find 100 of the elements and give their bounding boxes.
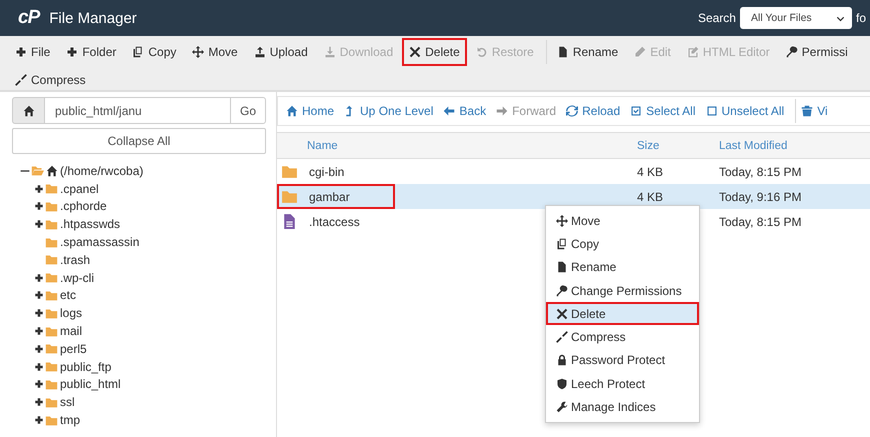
move-icon bbox=[556, 214, 568, 227]
file-size: 4 KB bbox=[637, 164, 664, 178]
plus-icon[interactable] bbox=[34, 308, 44, 318]
tree-item[interactable]: tmp bbox=[60, 413, 80, 428]
search-label: Search bbox=[698, 11, 736, 25]
go-button[interactable]: Go bbox=[230, 97, 266, 124]
left-arrow-icon bbox=[443, 105, 456, 117]
plus-icon[interactable] bbox=[34, 184, 44, 194]
tree-item[interactable]: .cpanel bbox=[60, 182, 99, 196]
search-label: fo bbox=[856, 11, 866, 25]
file-icon bbox=[556, 261, 568, 274]
wrench-icon bbox=[556, 401, 568, 414]
plus-icon[interactable] bbox=[34, 219, 44, 230]
folder-icon bbox=[45, 182, 58, 196]
file-name: .htaccess bbox=[309, 214, 360, 228]
plus-icon[interactable] bbox=[34, 326, 44, 336]
tree-item[interactable]: public_html bbox=[60, 377, 121, 392]
folder-icon bbox=[45, 306, 58, 320]
toolbar-button[interactable]: Permissi bbox=[778, 38, 855, 66]
plus-icon[interactable] bbox=[34, 379, 44, 390]
path-input[interactable]: public_html/janu bbox=[45, 97, 230, 124]
folder-icon bbox=[45, 253, 58, 266]
tree-item[interactable]: .wp-cli bbox=[60, 270, 94, 285]
modified-date: Today, 8:15 PM bbox=[719, 164, 802, 178]
folder-icon bbox=[45, 200, 58, 213]
checkbox-icon bbox=[630, 105, 642, 117]
plus-icon[interactable] bbox=[34, 290, 44, 300]
folder-icon bbox=[45, 236, 58, 249]
folder-icon bbox=[45, 378, 58, 391]
nav-button[interactable]: Vi bbox=[799, 104, 836, 118]
plus-icon[interactable] bbox=[34, 344, 44, 354]
home-icon bbox=[286, 105, 298, 117]
tree-item[interactable]: (/home/rwcoba) bbox=[60, 164, 144, 178]
tree-item[interactable]: public_ftp bbox=[60, 360, 112, 374]
folder-icon bbox=[45, 360, 58, 374]
collapse-all-button[interactable]: Collapse All bbox=[12, 128, 266, 154]
logo: cP bbox=[18, 7, 40, 29]
tree-item[interactable]: mail bbox=[60, 324, 82, 338]
folder-icon bbox=[45, 342, 58, 356]
nav-button[interactable]: Back bbox=[441, 104, 494, 118]
folder-icon bbox=[45, 414, 58, 427]
plus-icon[interactable] bbox=[34, 415, 44, 426]
tree-item[interactable]: etc bbox=[60, 288, 76, 302]
toolbar-button[interactable]: Upload bbox=[246, 38, 315, 66]
tree-item[interactable]: .trash bbox=[60, 252, 90, 267]
toolbar-button[interactable]: File bbox=[8, 38, 58, 66]
toolbar-button[interactable]: Compress bbox=[8, 66, 93, 90]
plus-icon bbox=[15, 46, 27, 58]
plus-icon[interactable] bbox=[34, 201, 44, 212]
nav-button[interactable]: Unselect All bbox=[704, 104, 792, 118]
file-name: cgi-bin bbox=[309, 164, 344, 178]
copy-icon bbox=[132, 46, 144, 58]
edit-icon bbox=[686, 46, 699, 58]
menu-item[interactable]: Copy bbox=[546, 232, 699, 256]
folder-icon bbox=[45, 396, 58, 409]
menu-item[interactable]: Leech Protect bbox=[546, 372, 699, 396]
menu-item[interactable]: Rename bbox=[546, 256, 699, 279]
nav-button[interactable]: Reload bbox=[564, 104, 628, 118]
folder-icon bbox=[45, 288, 58, 302]
checkbox-icon bbox=[706, 105, 718, 117]
tree-item[interactable]: perl5 bbox=[60, 342, 87, 356]
menu-item[interactable]: Move bbox=[546, 209, 699, 232]
menu-item[interactable]: Delete bbox=[546, 302, 699, 326]
delete-icon bbox=[556, 308, 568, 320]
reload-icon bbox=[566, 105, 578, 117]
pencil-icon bbox=[634, 46, 646, 58]
tree-item[interactable]: logs bbox=[60, 306, 82, 320]
tree-item[interactable]: .cphorde bbox=[60, 199, 107, 214]
right-arrow-icon bbox=[496, 105, 508, 117]
nav-button[interactable]: Select All bbox=[628, 104, 704, 118]
menu-item[interactable]: Compress bbox=[546, 325, 699, 349]
tree-item[interactable]: .spamassassin bbox=[60, 235, 140, 250]
file-size: 4 KB bbox=[637, 190, 664, 204]
toolbar-button[interactable]: Delete bbox=[402, 38, 467, 66]
app-title: File Manager bbox=[49, 10, 137, 26]
folder-icon bbox=[45, 324, 58, 338]
toolbar-button[interactable]: Folder bbox=[59, 38, 124, 66]
menu-item[interactable]: Change Permissions bbox=[546, 278, 699, 302]
search-scope-select[interactable]: All Your Files bbox=[740, 7, 852, 29]
nav-button[interactable]: Up One Level bbox=[342, 104, 442, 118]
menu-item[interactable]: Manage Indices bbox=[546, 395, 699, 419]
toolbar-button[interactable]: Move bbox=[185, 38, 245, 66]
nav-button[interactable]: Home bbox=[284, 104, 342, 118]
home-icon bbox=[46, 164, 58, 177]
file-name: gambar bbox=[309, 190, 350, 204]
lock-icon bbox=[556, 354, 568, 366]
plus-icon[interactable] bbox=[34, 362, 44, 372]
tree-item[interactable]: ssl bbox=[60, 395, 75, 410]
menu-item[interactable]: Password Protect bbox=[546, 348, 699, 372]
folder-icon bbox=[45, 271, 58, 284]
plus-icon[interactable] bbox=[34, 397, 44, 408]
tree-item[interactable]: .htpasswds bbox=[60, 217, 120, 232]
copy-icon bbox=[556, 238, 568, 250]
home-button[interactable] bbox=[12, 97, 45, 124]
move-icon bbox=[192, 46, 204, 58]
modified-date: Today, 9:16 PM bbox=[719, 190, 802, 204]
toolbar-button[interactable]: Copy bbox=[125, 38, 184, 66]
plus-icon[interactable] bbox=[34, 272, 44, 283]
toolbar-button[interactable]: Rename bbox=[550, 38, 626, 66]
selected-row[interactable]: gambar 4 KB Today, 9:16 PM bbox=[277, 184, 870, 209]
